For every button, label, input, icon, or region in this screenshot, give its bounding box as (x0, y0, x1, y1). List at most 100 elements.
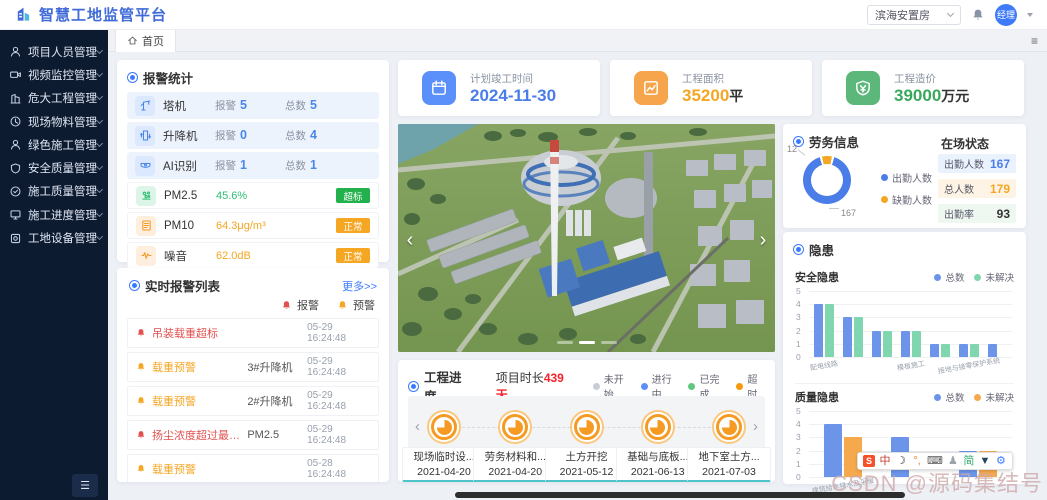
bar-group (813, 291, 834, 357)
noise-icon (141, 252, 151, 259)
sidebar-item-4[interactable]: 绿色施工管理 (0, 133, 108, 156)
carousel-dot-2[interactable] (600, 341, 617, 344)
device-icon (10, 233, 21, 243)
sidebar-item-1[interactable]: 视频监控管理 (0, 63, 108, 86)
alarm-list-row[interactable]: 扬尘浓度超过最大... PM2.5 05-29 16:24:48 (127, 420, 379, 450)
more-link[interactable]: 更多>> (342, 278, 377, 294)
chevron-down-icon (95, 139, 104, 147)
settings-gear-icon[interactable]: ⚙ (995, 455, 1007, 467)
sidebar-item-5[interactable]: 安全质量管理 (0, 156, 108, 179)
stat-label: 出勤人数 (944, 160, 984, 171)
calendar-icon (422, 71, 456, 105)
milestone-date: 2021-04-20 (488, 465, 543, 478)
notification-bell-icon[interactable] (971, 8, 985, 22)
alarm-time: 05-29 16:24:48 (307, 322, 347, 344)
horizontal-scrollbar[interactable] (455, 492, 905, 498)
timeline-next-arrow[interactable]: › (753, 418, 758, 435)
carousel-dot-1[interactable] (578, 341, 595, 344)
person-icon[interactable]: ♟ (947, 455, 959, 467)
bar-group (871, 291, 892, 357)
milestone-date: 2021-05-12 (559, 465, 614, 478)
site-3d-render (398, 124, 775, 352)
keyboard-icon[interactable]: ⌨ (927, 455, 943, 467)
alarm-list-row[interactable]: 载重预警 2#升降机 05-29 16:24:48 (127, 386, 379, 416)
bar (824, 304, 834, 357)
alarm-time: 05-29 16:24:48 (307, 356, 347, 378)
chevron-down-icon (95, 93, 104, 101)
sidebar-item-8[interactable]: 工地设备管理 (0, 226, 108, 249)
sogou-logo-icon[interactable]: S (863, 455, 875, 467)
alarm-legend-item: 报警 (281, 297, 319, 313)
y-tick-label: 5 (796, 286, 801, 296)
stat-name: 升降机 (163, 130, 198, 143)
user-menu-caret-icon[interactable] (1027, 12, 1033, 17)
total-count: 总数 5 (285, 98, 317, 112)
bar (813, 304, 823, 357)
alarm-stat-row: AI识别 报警 1 总数 1 (127, 152, 379, 179)
safety-hazard-bar-chart: 0 1 2 3 4 5 配电线路 模板施工 接地与接零保护系统 (795, 286, 1014, 375)
safety-hazard-subtitle: 安全隐患 总数 未解决 (783, 264, 1026, 287)
sidebar-item-2[interactable]: 危大工程管理 (0, 87, 108, 110)
alarm-list-row[interactable]: 吊装载重超标 05-29 16:24:48 (127, 318, 379, 348)
labor-stat-2: 出勤率 93 (938, 204, 1016, 223)
quality-hazard-subtitle: 质量隐患 总数 未解决 (783, 384, 1026, 407)
alarm-list-panel: 实时报警列表 更多>> 报警 预警 吊装载重超标 05-29 16:24:48 载重预… (117, 268, 389, 482)
carousel-prev-arrow[interactable]: ‹ (400, 226, 420, 254)
timeline-prev-arrow[interactable]: ‹ (415, 418, 420, 435)
stat-icon (136, 215, 156, 236)
header-right: 滨海安置房 经理 (867, 3, 1033, 26)
milestone-date: 2021-04-20 (417, 465, 471, 478)
card-label: 工程造价 (894, 72, 936, 85)
timeline-node-4[interactable] (712, 410, 746, 444)
stat-icon (136, 245, 156, 266)
user-avatar[interactable]: 经理 (995, 3, 1017, 26)
sidebar-item-6[interactable]: 施工质量管理 (0, 180, 108, 203)
bar (911, 330, 921, 357)
milestone-card-4[interactable]: 地下室土方... 2021-07-03 (687, 447, 771, 483)
timeline-node-1[interactable] (498, 410, 533, 444)
chinese-mode-icon[interactable]: 中 (879, 455, 891, 467)
bar (823, 424, 842, 477)
tab-home[interactable]: 首页 (115, 29, 176, 52)
stat-name: PM10 (164, 219, 195, 232)
sidebar-collapse-button[interactable]: ☰ (72, 474, 98, 497)
alarm-list-row[interactable]: 载重预警 3#升降机 05-29 16:24:48 (127, 352, 379, 382)
project-select[interactable]: 滨海安置房 (867, 4, 961, 25)
progress-panel: 工程进度 项目时长439天 未开始进行中已完成超时 ‹ › 现场临时设...20… (398, 360, 775, 483)
timeline-node-3[interactable] (640, 410, 675, 444)
simplified-icon[interactable]: 简 (963, 455, 975, 467)
clock-pie-icon (650, 419, 666, 435)
ime-toolbar: S 中 ☽ °, ⌨ ♟ 简 ▼ ⚙ (857, 452, 1013, 470)
timeline-node-2[interactable] (569, 410, 604, 444)
alarm-stats-panel: 报警统计 塔机 报警 5 总数 5 升降机 报警 0 总数 4 AI识别 报警 1 总数 1 PM2.5 45.… (117, 60, 389, 269)
carousel-next-arrow[interactable]: › (753, 226, 773, 254)
tab-overflow-menu-icon[interactable]: ≡ (1031, 35, 1038, 47)
punctuation-icon[interactable]: °, (911, 455, 923, 467)
skin-icon[interactable]: ▼ (979, 455, 991, 467)
carousel-dot-0[interactable] (556, 341, 573, 344)
alarm-bell-icon (137, 431, 145, 439)
alarm-bell-icon (137, 329, 145, 337)
labor-info-panel: 劳务信息 12 167 出勤人数 缺勤人数 在场状态 出勤人数 167 总人数 179 出… (783, 124, 1026, 228)
alarm-list-row[interactable]: 载重预警 05-28 16:24:48 (127, 454, 379, 482)
alarm-legend-item: 预警 (337, 297, 375, 313)
status-badge: 正常 (336, 218, 370, 233)
total-count: 总数 1 (285, 158, 317, 172)
logo-icon (17, 7, 30, 21)
labor-stat-1: 总人数 179 (938, 179, 1016, 198)
stat-value: 62.0dB (216, 249, 251, 262)
chart-plot: 0 1 2 3 4 5 (796, 286, 1012, 362)
env-stat-row: PM2.5 45.6% 超标 (127, 182, 379, 209)
labor-legend-item: 出勤人数 (881, 170, 932, 185)
sidebar-item-3[interactable]: 现场物料管理 (0, 110, 108, 133)
alarm-stat-row: 升降机 报警 0 总数 4 (127, 122, 379, 149)
sidebar-item-7[interactable]: 施工进度管理 (0, 203, 108, 226)
sidebar-item-label: 施工质量管理 (28, 186, 97, 199)
halfmoon-icon[interactable]: ☽ (895, 455, 907, 467)
chevron-down-icon (95, 232, 104, 241)
milestone-name: 地下室土方... (698, 451, 760, 463)
timeline-node-0[interactable] (427, 410, 461, 444)
alarm-device: PM2.5 (247, 429, 280, 441)
sidebar-item-0[interactable]: 项目人员管理 (0, 40, 108, 63)
chart-legend-item: 总数 (934, 390, 964, 404)
